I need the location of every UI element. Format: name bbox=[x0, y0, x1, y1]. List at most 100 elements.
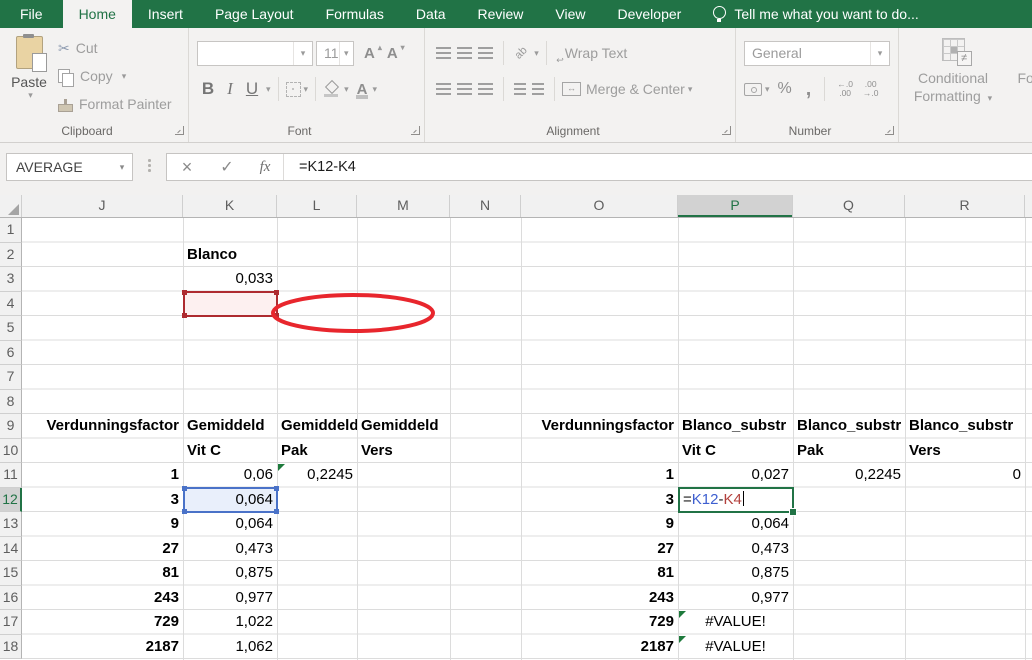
cell-O13[interactable]: 9 bbox=[521, 512, 678, 537]
row-header-16[interactable]: 16 bbox=[0, 586, 22, 611]
cell-O18[interactable]: 2187 bbox=[521, 635, 678, 660]
column-header-Q[interactable]: Q bbox=[793, 195, 905, 217]
dropdown-arrow-icon[interactable]: ▾ bbox=[870, 42, 889, 65]
row-header-4[interactable]: 4 bbox=[0, 292, 22, 317]
cell-K17[interactable]: 1,022 bbox=[183, 610, 277, 635]
dropdown-arrow-icon[interactable]: ▾ bbox=[112, 162, 132, 173]
insert-function-button[interactable]: fx bbox=[247, 159, 283, 176]
cell-P17[interactable]: #VALUE! bbox=[678, 610, 793, 635]
cell-O9[interactable]: Verdunningsfactor bbox=[521, 414, 678, 439]
accounting-format-icon[interactable] bbox=[744, 83, 762, 96]
cell-Q10[interactable]: Pak bbox=[793, 439, 905, 464]
cell-O14[interactable]: 27 bbox=[521, 537, 678, 562]
column-header-K[interactable]: K bbox=[183, 195, 277, 217]
clipboard-dialog-launcher-icon[interactable] bbox=[175, 126, 184, 135]
cell-K11[interactable]: 0,06 bbox=[183, 463, 277, 488]
cell-J18[interactable]: 2187 bbox=[22, 635, 183, 660]
cell-P13[interactable]: 0,064 bbox=[678, 512, 793, 537]
number-dialog-launcher-icon[interactable] bbox=[885, 126, 894, 135]
cell-M9[interactable]: Gemiddeld bbox=[357, 414, 450, 439]
row-header-1[interactable]: 1 bbox=[0, 218, 22, 243]
cell-O16[interactable]: 243 bbox=[521, 586, 678, 611]
select-all-button[interactable] bbox=[0, 195, 22, 217]
align-left-icon[interactable] bbox=[436, 83, 451, 95]
enter-button[interactable]: ✓ bbox=[207, 157, 247, 177]
dropdown-arrow-icon[interactable]: ▾ bbox=[534, 48, 539, 59]
row-header-9[interactable]: 9 bbox=[0, 414, 22, 439]
cell-L11[interactable]: 0,2245 bbox=[277, 463, 357, 488]
column-header-R[interactable]: R bbox=[905, 195, 1025, 217]
cell-P18[interactable]: #VALUE! bbox=[678, 635, 793, 660]
format-painter-button[interactable]: Format Painter bbox=[58, 90, 172, 118]
column-header-O[interactable]: O bbox=[521, 195, 678, 217]
cell-K9[interactable]: Gemiddeld bbox=[183, 414, 277, 439]
cut-button[interactable]: ✂ Cut bbox=[58, 34, 172, 62]
cell-K10[interactable]: Vit C bbox=[183, 439, 277, 464]
cell-O12[interactable]: 3 bbox=[521, 488, 678, 513]
orientation-icon[interactable]: ab bbox=[513, 44, 530, 61]
borders-button[interactable] bbox=[286, 82, 301, 97]
cell-O17[interactable]: 729 bbox=[521, 610, 678, 635]
cell-J14[interactable]: 27 bbox=[22, 537, 183, 562]
cell-P9[interactable]: Blanco_substr bbox=[678, 414, 793, 439]
cell-P16[interactable]: 0,977 bbox=[678, 586, 793, 611]
percent-style-button[interactable]: % bbox=[778, 80, 792, 98]
dropdown-arrow-icon[interactable]: ▾ bbox=[304, 84, 309, 95]
tab-review[interactable]: Review bbox=[462, 0, 540, 28]
cell-Q11[interactable]: 0,2245 bbox=[793, 463, 905, 488]
cell-P12-editing[interactable]: =K12-K4 bbox=[678, 487, 794, 513]
underline-button[interactable]: U bbox=[241, 79, 263, 99]
bold-button[interactable]: B bbox=[197, 79, 219, 99]
dropdown-arrow-icon[interactable]: ▾ bbox=[372, 84, 377, 95]
tab-page-layout[interactable]: Page Layout bbox=[199, 0, 310, 28]
middle-align-icon[interactable] bbox=[457, 47, 472, 59]
row-header-17[interactable]: 17 bbox=[0, 610, 22, 635]
column-header-N[interactable]: N bbox=[450, 195, 521, 217]
cell-L10[interactable]: Pak bbox=[277, 439, 357, 464]
cell-J16[interactable]: 243 bbox=[22, 586, 183, 611]
cell-R10[interactable]: Vers bbox=[905, 439, 1025, 464]
merge-center-button[interactable]: Merge & Center bbox=[586, 81, 685, 97]
row-header-2[interactable]: 2 bbox=[0, 243, 22, 268]
font-color-button[interactable]: A bbox=[355, 81, 370, 98]
cell-L9[interactable]: Gemiddeld bbox=[277, 414, 357, 439]
row-header-10[interactable]: 10 bbox=[0, 439, 22, 464]
tab-insert[interactable]: Insert bbox=[132, 0, 199, 28]
cell-P11[interactable]: 0,027 bbox=[678, 463, 793, 488]
tab-file[interactable]: File bbox=[0, 0, 63, 28]
cell-K16[interactable]: 0,977 bbox=[183, 586, 277, 611]
alignment-dialog-launcher-icon[interactable] bbox=[722, 126, 731, 135]
paste-button[interactable]: Paste ▾ bbox=[6, 36, 52, 101]
column-header-L[interactable]: L bbox=[277, 195, 357, 217]
dropdown-arrow-icon[interactable]: ▾ bbox=[988, 93, 993, 103]
font-name-combo[interactable]: ▾ bbox=[197, 41, 313, 66]
dropdown-arrow-icon[interactable]: ▾ bbox=[344, 84, 349, 95]
conditional-formatting-button[interactable]: ≠ Conditional Formatting ▾ bbox=[907, 36, 999, 107]
reference-box-K4[interactable] bbox=[183, 291, 278, 317]
formula-input[interactable]: =K12-K4 bbox=[284, 159, 1032, 175]
decrease-indent-icon[interactable] bbox=[514, 83, 526, 95]
row-header-13[interactable]: 13 bbox=[0, 512, 22, 537]
cell-J11[interactable]: 1 bbox=[22, 463, 183, 488]
center-icon[interactable] bbox=[457, 83, 472, 95]
row-header-7[interactable]: 7 bbox=[0, 365, 22, 390]
formula-bar-resize-handle[interactable] bbox=[148, 159, 151, 172]
row-header-11[interactable]: 11 bbox=[0, 463, 22, 488]
row-header-18[interactable]: 18 bbox=[0, 635, 22, 660]
fill-handle[interactable] bbox=[789, 508, 797, 516]
cell-J12[interactable]: 3 bbox=[22, 488, 183, 513]
dropdown-arrow-icon[interactable]: ▾ bbox=[765, 84, 770, 95]
cell-M10[interactable]: Vers bbox=[357, 439, 450, 464]
dropdown-arrow-icon[interactable]: ▾ bbox=[9, 90, 52, 101]
tab-formulas[interactable]: Formulas bbox=[310, 0, 400, 28]
cell-K3[interactable]: 0,033 bbox=[183, 267, 277, 292]
comma-style-button[interactable]: , bbox=[806, 84, 812, 94]
cell-Q9[interactable]: Blanco_substr bbox=[793, 414, 905, 439]
cell-O11[interactable]: 1 bbox=[521, 463, 678, 488]
fill-color-button[interactable] bbox=[323, 81, 341, 97]
cell-J17[interactable]: 729 bbox=[22, 610, 183, 635]
cell-R11[interactable]: 0 bbox=[905, 463, 1025, 488]
column-header-M[interactable]: M bbox=[357, 195, 450, 217]
italic-button[interactable]: I bbox=[219, 79, 241, 99]
increase-indent-icon[interactable] bbox=[532, 83, 544, 95]
